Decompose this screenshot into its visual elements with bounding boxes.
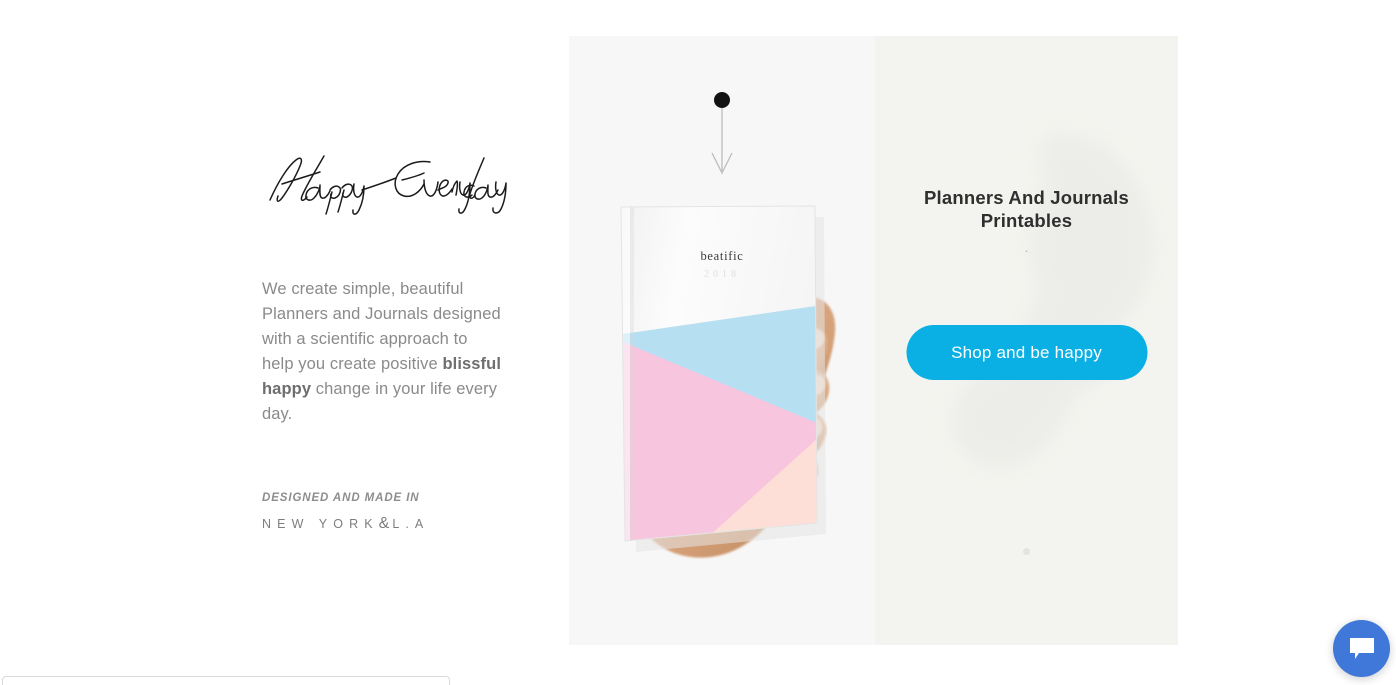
- shop-cta-button[interactable]: Shop and be happy: [906, 325, 1147, 380]
- hero-copy-pane: Planners And Journals Printables . Shop …: [875, 36, 1178, 645]
- made-in-block: DESIGNED AND MADE IN NEW YORK&L.A: [262, 492, 522, 533]
- chat-bubble-icon: [1349, 638, 1374, 659]
- hand-holding-planner-photo: [620, 205, 836, 558]
- made-in-city-newyork: NEW YORK: [262, 517, 379, 531]
- brand-logo-wrap[interactable]: [262, 140, 512, 220]
- chat-widget-button[interactable]: [1333, 620, 1390, 677]
- page-root: We create simple, beautiful Planners and…: [0, 0, 1396, 685]
- panel-heading: Planners And Journals Printables: [923, 187, 1129, 231]
- made-in-city-la: L.A: [392, 517, 430, 531]
- cut-off-download-bar[interactable]: [2, 676, 450, 685]
- carousel-indicator-dot[interactable]: [1023, 548, 1030, 555]
- script-wordmark-logo: [269, 155, 507, 215]
- book-cover-title: beatific: [700, 249, 744, 263]
- made-in-ampersand: &: [378, 515, 393, 532]
- intro-paragraph: We create simple, beautiful Planners and…: [262, 277, 502, 427]
- faded-product-watermark: [952, 133, 1154, 468]
- panel-subheading-dot: .: [1024, 239, 1029, 255]
- made-in-label: DESIGNED AND MADE IN: [262, 492, 420, 504]
- made-in-locations: NEW YORK&L.A: [262, 515, 522, 533]
- hero-product-pane: beatific 2018: [569, 36, 875, 645]
- book-cover-year: 2018: [704, 269, 740, 280]
- hero-panel: beatific 2018 Planners And Journals Prin…: [569, 36, 1178, 645]
